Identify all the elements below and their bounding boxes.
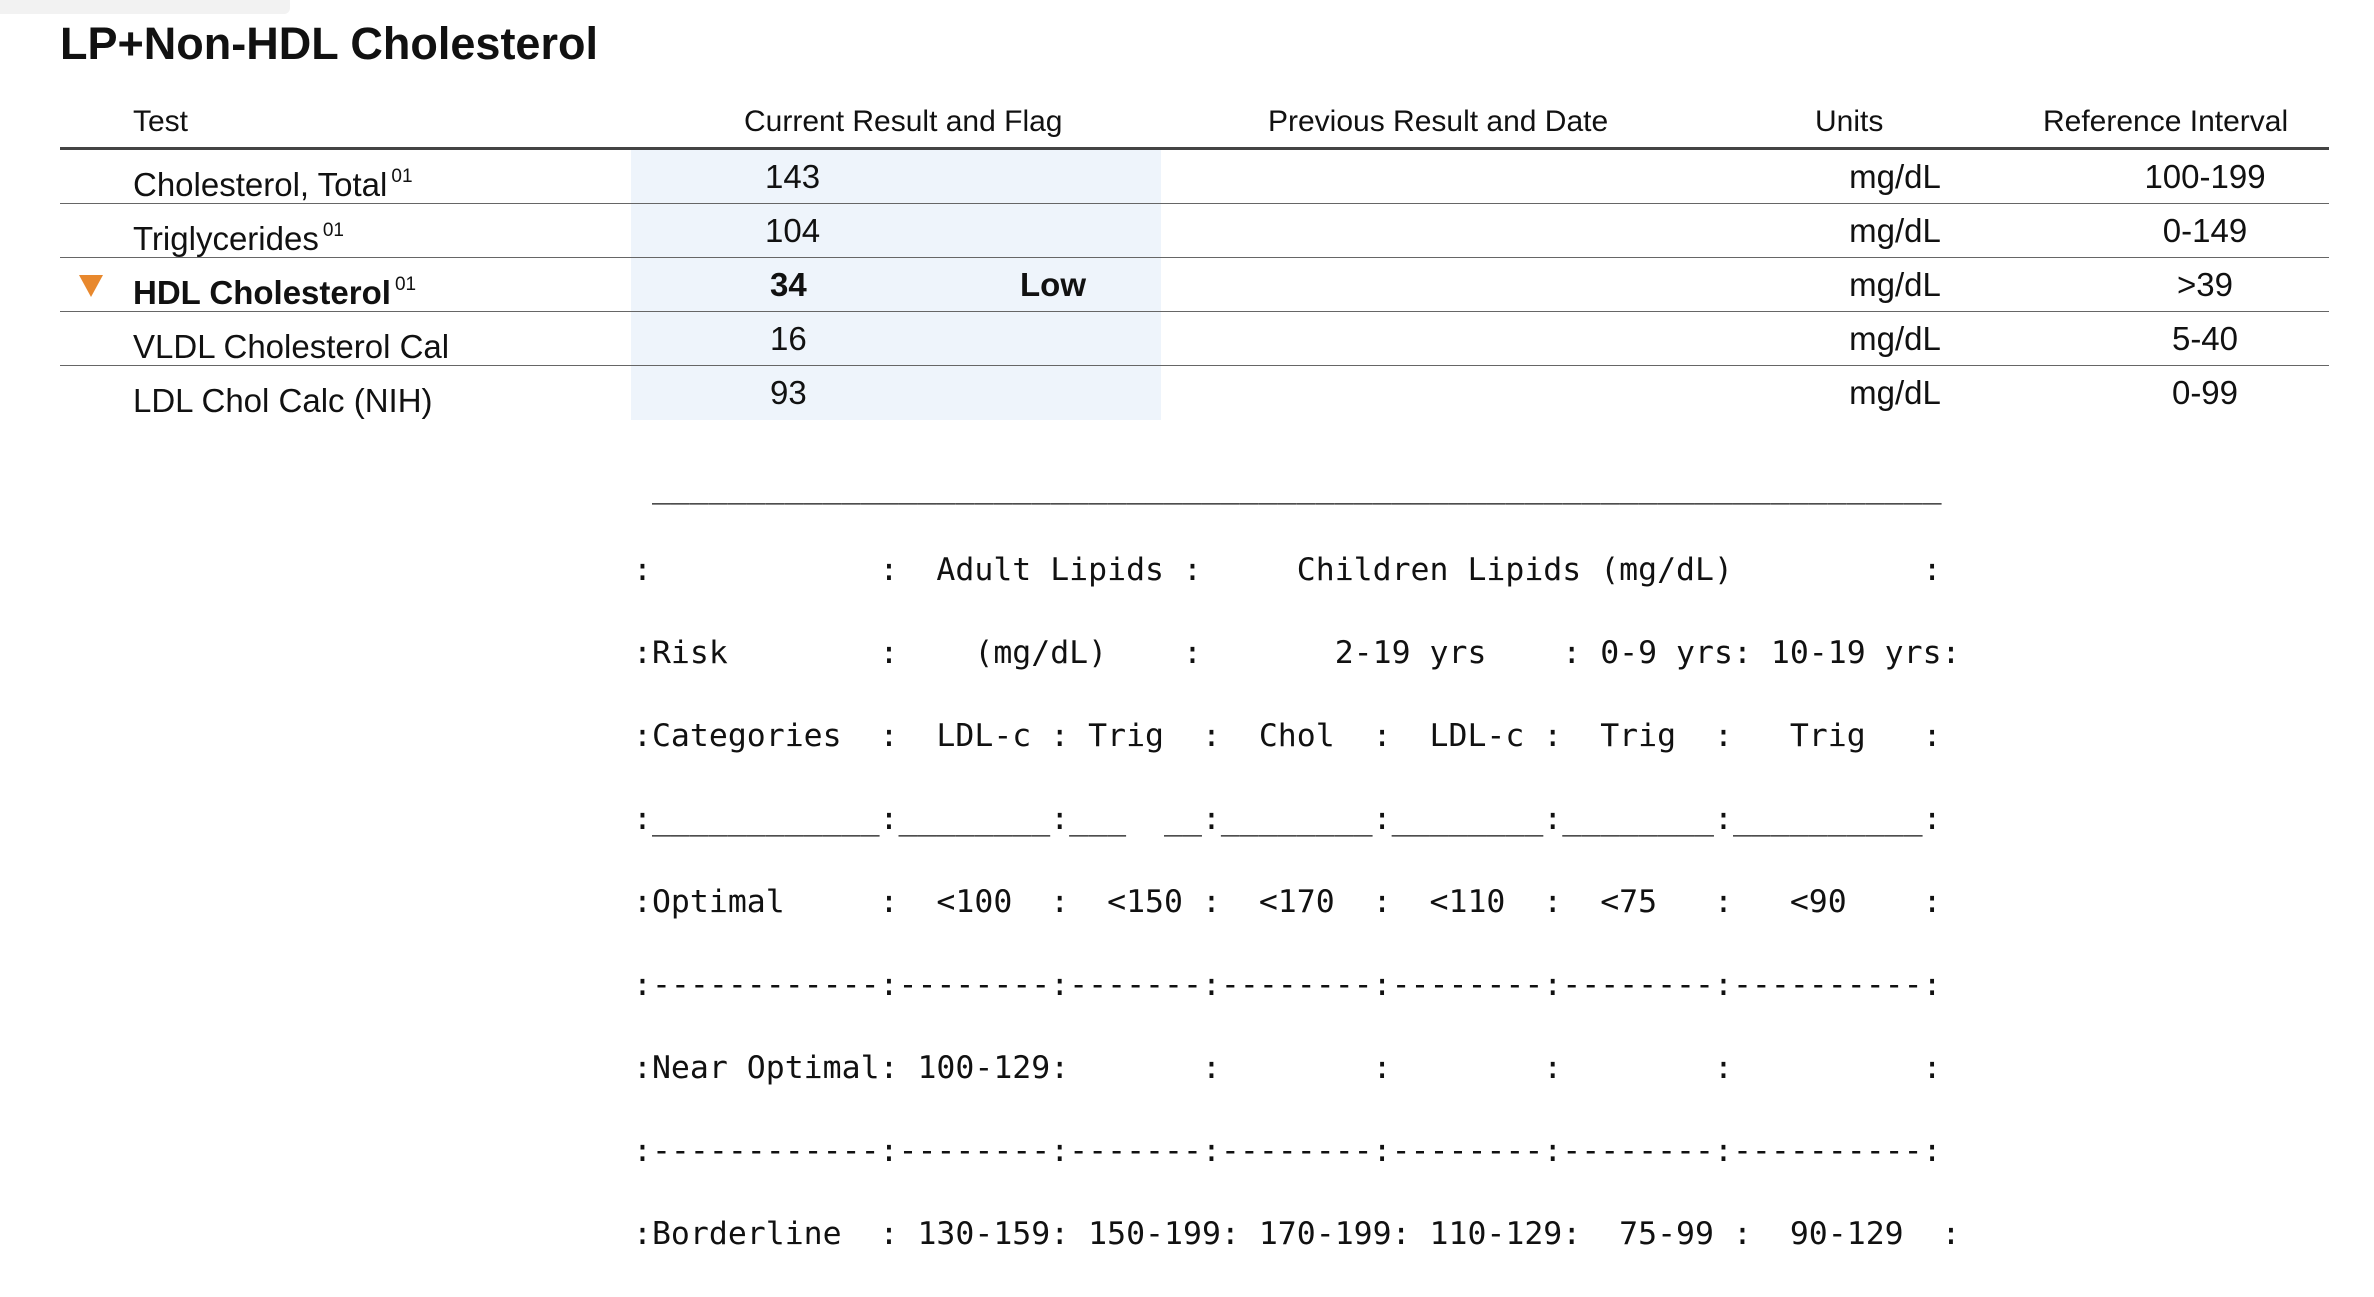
comment-line: :Categories : LDL-c : Trig : Chol : LDL-… [633, 717, 1942, 754]
reference-interval: 0-99 [2171, 374, 2239, 411]
comment-line: :Risk : (mg/dL) : 2-19 yrs : 0-9 yrs: 10… [633, 634, 1961, 671]
comment-line: :------------:--------:-------:--------:… [633, 1132, 1942, 1169]
column-header-current-result: Current Result and Flag [744, 105, 1063, 138]
comment-line: :Optimal : <100 : <150 : <170 : <110 : <… [633, 883, 1942, 920]
comment-line: :Borderline : 130-159: 150-199: 170-199:… [633, 1215, 1961, 1252]
result-cell-background [631, 312, 1161, 366]
test-name: VLDL Cholesterol Cal [133, 328, 450, 365]
result-flag: Low [1020, 266, 1086, 303]
column-header-previous-result: Previous Result and Date [1268, 105, 1609, 138]
current-result: 93 [770, 374, 807, 411]
comment-line: : : Adult Lipids : Children Lipids (mg/d… [633, 551, 1942, 588]
current-result: 16 [770, 320, 807, 357]
units: mg/dL [1849, 374, 1941, 411]
panel-title: LP+Non-HDL Cholesterol [60, 18, 598, 69]
current-result: 143 [765, 158, 821, 195]
reference-interval: 5-40 [2171, 320, 2239, 357]
test-name: HDL Cholesterol 01 [133, 274, 417, 311]
footnote-ref: 01 [394, 274, 417, 295]
reference-interval: 100-199 [2144, 158, 2266, 195]
table-row: LDL Chol Calc (NIH) 93 mg/dL 0-99 [60, 366, 2329, 420]
table-row: VLDL Cholesterol Cal 16 mg/dL 5-40 [60, 312, 2329, 366]
result-cell-background [631, 150, 1161, 204]
units: mg/dL [1849, 320, 1941, 357]
comment-line: :------------:--------:-------:--------:… [633, 966, 1942, 1003]
current-result: 34 [770, 266, 807, 303]
test-name: Triglycerides 01 [133, 220, 344, 257]
comment-line: :Near Optimal: 100-129: : : : : : [633, 1049, 1942, 1086]
footnote-ref: 01 [391, 166, 413, 187]
units: mg/dL [1849, 266, 1941, 303]
column-header-reference-interval: Reference Interval [2043, 105, 2289, 138]
footnote-ref: 01 [322, 220, 344, 241]
result-cell-background [631, 204, 1161, 258]
table-row: Cholesterol, Total 01 143 mg/dL 100-199 [60, 150, 2329, 204]
current-result: 104 [765, 212, 821, 249]
comment-line: :____________:________:___ __:________:_… [633, 800, 1942, 837]
reference-interval: 0-149 [2162, 212, 2248, 249]
top-tab-strip [0, 0, 290, 14]
units: mg/dL [1849, 158, 1941, 195]
comment-line: ________________________________________… [633, 468, 1942, 505]
reference-interval: >39 [2177, 266, 2233, 303]
column-header-test: Test [133, 105, 189, 138]
units: mg/dL [1849, 212, 1941, 249]
table-row-flagged: HDL Cholesterol 01 34 Low mg/dL >39 [60, 258, 2329, 312]
result-cell-background [631, 366, 1161, 420]
test-name: LDL Chol Calc (NIH) [133, 382, 433, 419]
lipid-risk-comment-table: ________________________________________… [633, 425, 1961, 1297]
test-name: Cholesterol, Total 01 [133, 166, 413, 203]
table-row: Triglycerides 01 104 mg/dL 0-149 [60, 204, 2329, 258]
column-header-units: Units [1815, 105, 1884, 138]
triangle-down-icon [79, 275, 103, 297]
